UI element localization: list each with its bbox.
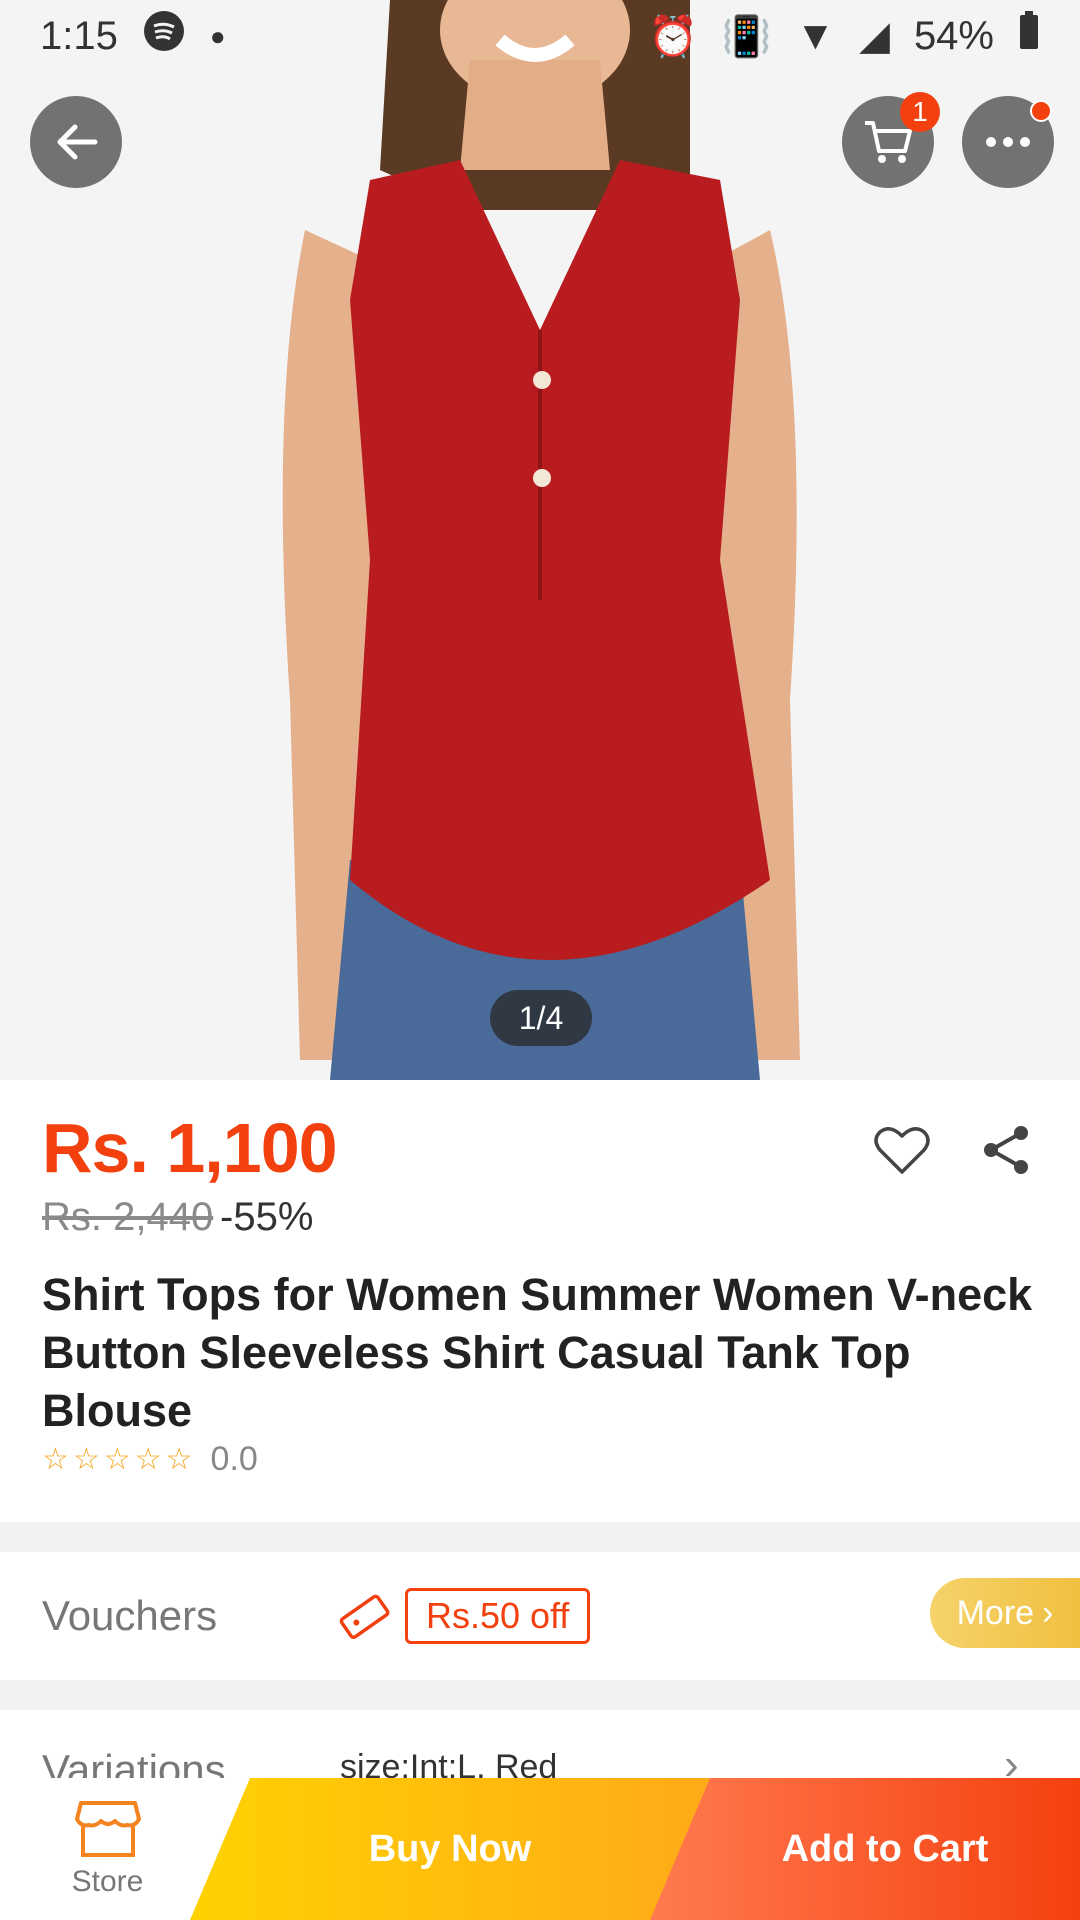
notification-dot: [1030, 100, 1052, 122]
star-icon: ☆: [42, 1443, 69, 1476]
vouchers-label: Vouchers: [42, 1592, 218, 1639]
cart-count-badge: 1: [900, 92, 940, 132]
arrow-left-icon: [57, 124, 98, 160]
status-time: 1:15: [40, 13, 118, 58]
store-label: Store: [71, 1865, 144, 1898]
signal-icon: ◢: [859, 14, 890, 58]
star-icon: ☆: [134, 1443, 162, 1476]
buy-now-label: Buy Now: [368, 1827, 532, 1870]
product-rating[interactable]: ☆ ☆ ☆ ☆ ☆ 0.0: [42, 1440, 258, 1479]
battery-icon: [1018, 11, 1040, 61]
more-options-button[interactable]: [962, 96, 1054, 188]
back-button[interactable]: [30, 96, 122, 188]
image-pager: 1/4: [490, 990, 592, 1046]
star-icon: ☆: [72, 1443, 100, 1476]
voucher-ticket-icon: [339, 1594, 390, 1640]
add-to-cart-button[interactable]: Add to Cart: [650, 1778, 1080, 1920]
rating-value: 0.0: [210, 1440, 258, 1478]
store-button[interactable]: Store: [0, 1778, 215, 1920]
more-label: More: [956, 1593, 1035, 1632]
more-dots-icon: [986, 137, 1030, 147]
star-icon: ☆: [165, 1443, 193, 1476]
add-to-cart-label: Add to Cart: [781, 1827, 989, 1870]
product-title: Shirt Tops for Women Summer Women V-neck…: [42, 1269, 1033, 1436]
spotify-icon: [142, 9, 186, 63]
chevron-right-icon: ›: [1042, 1593, 1054, 1632]
alarm-icon: ⏰: [647, 14, 698, 59]
share-icon: [984, 1126, 1028, 1174]
buy-now-button[interactable]: Buy Now: [190, 1778, 710, 1920]
more-vouchers-button[interactable]: More ›: [930, 1578, 1080, 1648]
store-icon: [74, 1801, 141, 1857]
share-button[interactable]: [976, 1120, 1036, 1180]
product-image-gallery[interactable]: 1:15 ● ⏰ 📳 ▼ ◢ 54% 1 1/4: [0, 0, 1080, 1080]
wifi-icon: ▼: [795, 13, 836, 58]
voucher-tag[interactable]: Rs.50 off: [405, 1588, 591, 1644]
bottom-action-bar: Store Buy Now Add to Cart: [0, 1778, 1080, 1920]
wishlist-button[interactable]: [872, 1120, 932, 1180]
vibrate-icon: 📳: [721, 14, 772, 59]
cart-button[interactable]: 1: [842, 92, 940, 188]
status-bar: 1:15 ● ⏰ 📳 ▼ ◢ 54%: [0, 0, 1080, 72]
discount-percent: -55%: [220, 1195, 314, 1239]
star-icon: ☆: [103, 1443, 131, 1476]
product-info: Rs. 1,100 Rs. 2,440 -55% Shirt Tops for …: [0, 1080, 1080, 1522]
notification-dot-icon: ●: [209, 20, 226, 51]
current-price: Rs. 1,100: [42, 1109, 338, 1187]
vouchers-row[interactable]: Vouchers Rs.50 off More ›: [0, 1552, 1080, 1680]
heart-icon: [874, 1127, 930, 1174]
original-price: Rs. 2,440: [42, 1195, 214, 1239]
battery-percent: 54%: [913, 13, 994, 58]
